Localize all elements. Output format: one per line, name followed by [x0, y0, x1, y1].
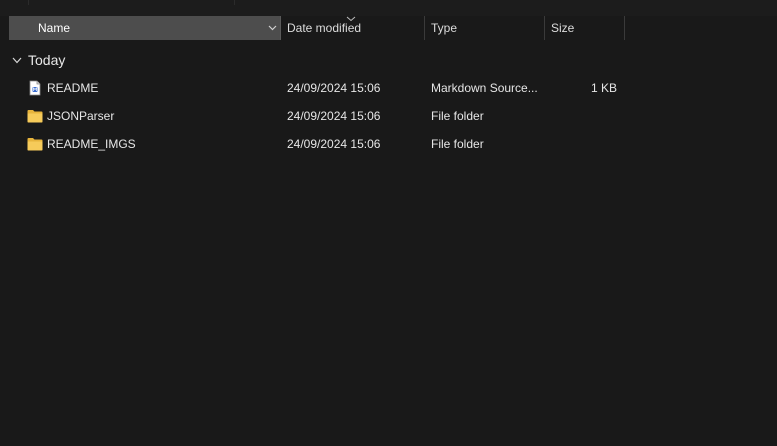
folder-icon — [27, 138, 43, 151]
group-header-today[interactable]: Today — [12, 50, 65, 70]
file-size — [547, 103, 617, 129]
column-header-size[interactable]: Size — [545, 16, 625, 40]
file-size: 1 KB — [590, 81, 617, 95]
file-date-modified: 24/09/2024 15:06 — [287, 137, 381, 151]
file-date-modified: 24/09/2024 15:06 — [287, 81, 381, 95]
file-type: Markdown Source... — [431, 81, 538, 95]
toolbar-separator — [28, 0, 29, 5]
column-divider[interactable] — [624, 16, 625, 40]
column-filter-dropdown[interactable] — [264, 16, 280, 40]
file-name[interactable]: README — [47, 75, 98, 101]
file-explorer-window: Name Date modified Type Size Today READM… — [0, 0, 777, 446]
column-header-type[interactable]: Type — [425, 16, 545, 40]
file-name[interactable]: README_IMGS — [47, 131, 136, 157]
toolbar-separator — [234, 0, 235, 5]
list-item[interactable]: README_IMGS 24/09/2024 15:06 File folder — [9, 131, 621, 157]
list-item[interactable]: README 24/09/2024 15:06 Markdown Source.… — [9, 75, 621, 101]
markdown-file-icon — [29, 80, 41, 96]
column-header-date-label: Date modified — [287, 21, 362, 35]
chevron-down-icon[interactable] — [12, 57, 22, 64]
column-header-name-label: Name — [38, 21, 71, 35]
file-date-modified: 24/09/2024 15:06 — [287, 109, 381, 123]
folder-icon — [27, 110, 43, 123]
column-header-size-label: Size — [551, 21, 575, 35]
sort-indicator-icon — [346, 16, 356, 22]
file-type: File folder — [431, 109, 484, 123]
group-label: Today — [28, 52, 66, 68]
column-header-type-label: Type — [431, 21, 458, 35]
toolbar-strip — [0, 0, 777, 16]
chevron-down-icon — [268, 25, 276, 31]
file-name[interactable]: JSONParser — [47, 103, 114, 129]
file-type: File folder — [431, 137, 484, 151]
column-header-name[interactable]: Name — [9, 16, 281, 40]
list-item[interactable]: JSONParser 24/09/2024 15:06 File folder — [9, 103, 621, 129]
column-header-row: Name Date modified Type Size — [0, 16, 777, 40]
file-size — [547, 131, 617, 157]
